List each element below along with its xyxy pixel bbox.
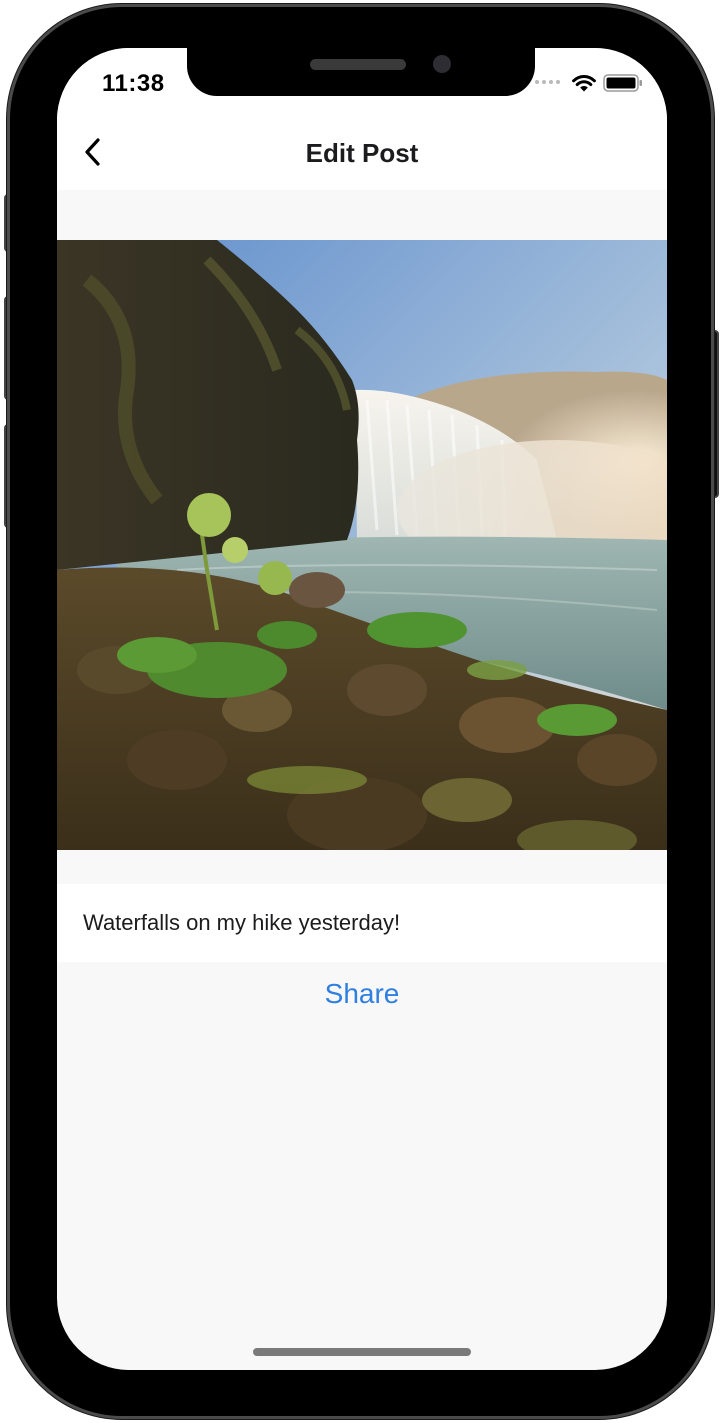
caption-input[interactable]: Waterfalls on my hike yesterday! [57,884,667,962]
waterfall-landscape-image [57,240,667,850]
caption-text: Waterfalls on my hike yesterday! [83,910,401,935]
wifi-icon [572,74,596,92]
battery-icon [603,74,642,92]
device-notch [187,48,535,96]
app-screen: 11:38 Edit Post Waterfalls on my hike ye… [57,48,667,1370]
cellular-signal-icon [535,80,560,84]
home-indicator[interactable] [253,1348,471,1356]
earpiece-speaker [310,59,406,70]
device-mockup: 11:38 Edit Post Waterfalls on my hike ye… [0,0,725,1423]
status-time: 11:38 [102,70,165,97]
page-title: Edit Post [305,138,419,168]
navigation-bar: Edit Post [57,108,667,190]
post-photo[interactable] [57,240,667,850]
share-button[interactable]: Share [57,978,667,1010]
front-camera [433,55,451,73]
